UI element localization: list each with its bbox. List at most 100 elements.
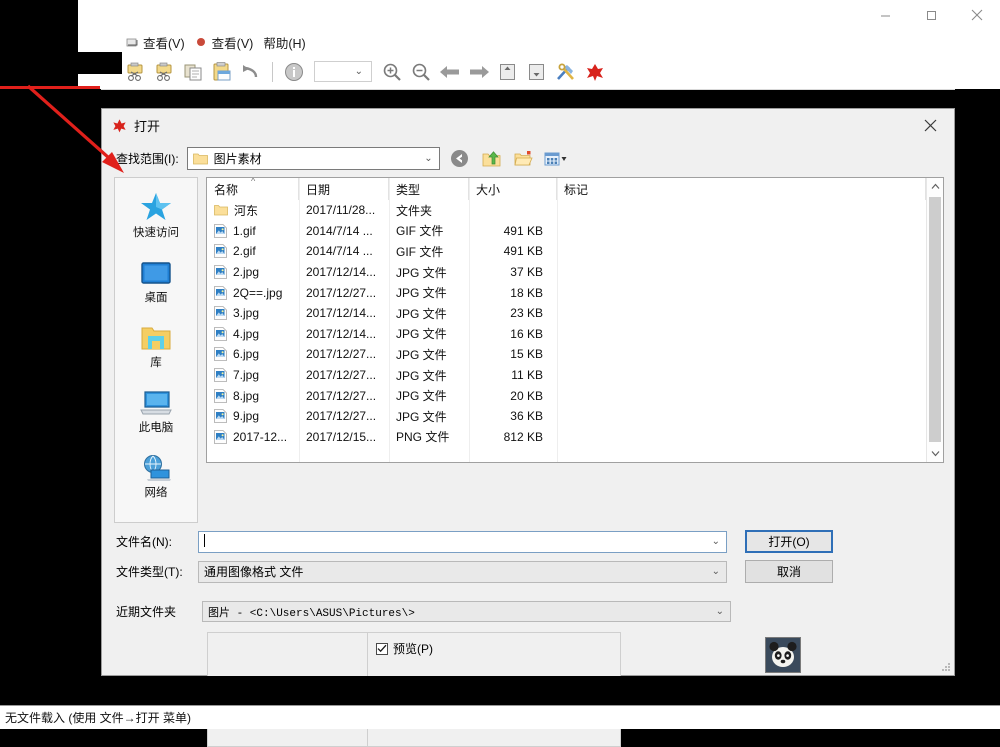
scrollbar-track[interactable]	[927, 195, 943, 445]
file-list-rows[interactable]: 河东 2017/11/28... 文件夹 1.gif 2014/7/14 ... GIF …	[207, 200, 926, 462]
table-row[interactable]: 2.gif 2014/7/14 ... GIF 文件 491 KB	[207, 241, 926, 262]
status-bar: 无文件载入 (使用 文件→打开 菜单)	[0, 705, 1000, 729]
table-row[interactable]: 2Q==.jpg 2017/12/27... JPG 文件 18 KB	[207, 282, 926, 303]
undo-icon[interactable]	[238, 59, 264, 85]
table-row[interactable]: 8.jpg 2017/12/27... JPG 文件 20 KB	[207, 385, 926, 406]
back-button[interactable]	[448, 148, 472, 170]
file-name-cell: 2Q==.jpg	[207, 282, 299, 303]
file-name-text: 3.jpg	[233, 306, 260, 321]
column-header-tag[interactable]: 标记	[557, 178, 926, 200]
new-folder-button[interactable]	[512, 148, 536, 170]
exit-icon[interactable]	[582, 59, 608, 85]
chevron-down-icon[interactable]: ⌄	[716, 606, 728, 617]
menu-item-help[interactable]: 帮助(H)	[261, 31, 313, 54]
info-icon[interactable]	[281, 59, 307, 85]
move-up-icon[interactable]	[495, 59, 521, 85]
quick-access-icon	[139, 188, 173, 222]
previous-icon[interactable]	[437, 59, 463, 85]
cut-alt-icon[interactable]	[151, 59, 177, 85]
main-toolbar: ⌄	[78, 54, 1000, 90]
scroll-down-button[interactable]	[927, 445, 943, 462]
filename-input[interactable]: ⌄	[198, 530, 727, 553]
table-row[interactable]: 2017-12... 2017/12/15... PNG 文件 812 KB	[207, 427, 926, 448]
place-network[interactable]: 网络	[118, 446, 194, 502]
recent-folders-combo[interactable]: 图片 - <C:\Users\ASUS\Pictures\> ⌄	[202, 601, 731, 622]
red-arrow-pointer	[26, 84, 124, 173]
table-row[interactable]: 4.jpg 2017/12/14... JPG 文件 16 KB	[207, 324, 926, 345]
preview-checkbox[interactable]: 预览(P)	[376, 640, 620, 657]
column-header-size[interactable]: 大小	[469, 178, 557, 200]
minimize-button[interactable]	[862, 0, 908, 30]
zoom-out-icon[interactable]	[408, 59, 434, 85]
table-row[interactable]: 河东 2017/11/28... 文件夹	[207, 200, 926, 221]
chevron-down-icon[interactable]: ⌄	[712, 566, 724, 577]
view-mode-button[interactable]	[544, 148, 568, 170]
place-desktop[interactable]: 桌面	[118, 251, 194, 307]
table-row[interactable]: 9.jpg 2017/12/27... JPG 文件 36 KB	[207, 406, 926, 427]
table-row[interactable]: 3.jpg 2017/12/14... JPG 文件 23 KB	[207, 303, 926, 324]
table-row[interactable]: 7.jpg 2017/12/27... JPG 文件 11 KB	[207, 365, 926, 386]
scrollbar-thumb[interactable]	[929, 197, 941, 442]
file-name-text: 2.jpg	[233, 265, 260, 280]
place-library[interactable]: 库	[118, 316, 194, 372]
maximize-button[interactable]	[908, 0, 954, 30]
table-row[interactable]: 1.gif 2014/7/14 ... GIF 文件 491 KB	[207, 221, 926, 242]
redacted-block-6	[101, 676, 955, 705]
file-name-cell: 4.jpg	[207, 324, 299, 345]
copy-icon[interactable]	[180, 59, 206, 85]
tools-icon[interactable]	[553, 59, 579, 85]
open-button-label: 打开(O)	[768, 535, 810, 549]
file-tag-cell	[557, 303, 926, 324]
file-name-text: 2Q==.jpg	[233, 285, 283, 300]
move-down-icon[interactable]	[524, 59, 550, 85]
file-name-cell: 2.jpg	[207, 262, 299, 283]
file-date-cell: 2017/12/27...	[306, 409, 377, 424]
file-size-cell: 37 KB	[510, 265, 543, 280]
paste-icon[interactable]	[209, 59, 235, 85]
table-row[interactable]: 6.jpg 2017/12/27... JPG 文件 15 KB	[207, 344, 926, 365]
zoom-level-combo[interactable]: ⌄	[314, 61, 372, 82]
zoom-in-icon[interactable]	[379, 59, 405, 85]
menu-item-view-2[interactable]: 查看(V)	[193, 31, 262, 54]
filename-row: 文件名(N): ⌄ 打开(O)	[102, 530, 954, 553]
column-header-type[interactable]: 类型	[389, 178, 469, 200]
chevron-down-icon: ⌄	[354, 66, 363, 77]
place-quick-access[interactable]: 快速访问	[118, 186, 194, 242]
file-size-cell: 11 KB	[511, 368, 543, 383]
resize-grip[interactable]	[939, 660, 951, 672]
file-name-cell: 2.gif	[207, 241, 299, 262]
next-icon[interactable]	[466, 59, 492, 85]
filetype-combo[interactable]: 通用图像格式 文件 ⌄	[198, 560, 727, 583]
file-list-scrollbar[interactable]	[926, 178, 943, 462]
file-list-header: 名称 ^ 日期 类型 大小 标记	[207, 178, 926, 200]
file-tag-cell	[557, 262, 926, 283]
text-caret	[204, 533, 205, 547]
column-header-date[interactable]: 日期	[299, 178, 389, 200]
file-name-cell: 8.jpg	[207, 385, 299, 406]
dialog-close-button[interactable]	[910, 111, 950, 141]
file-tag-cell	[557, 344, 926, 365]
menu-item-view-1[interactable]: 查看(V)	[124, 31, 193, 54]
close-icon	[924, 119, 936, 132]
window-titlebar	[78, 0, 1000, 30]
look-in-combo[interactable]: 图片素材 ⌄	[186, 147, 440, 170]
chevron-down-icon[interactable]: ⌄	[712, 536, 724, 547]
place-this-pc[interactable]: 此电脑	[118, 381, 194, 437]
view-mode-icon	[544, 152, 567, 165]
chevron-up-icon	[931, 183, 939, 189]
file-type-cell: PNG 文件	[396, 430, 450, 445]
cancel-button[interactable]: 取消	[745, 560, 833, 583]
network-icon	[139, 448, 173, 482]
recent-folders-row: 近期文件夹 图片 - <C:\Users\ASUS\Pictures\> ⌄	[102, 601, 954, 622]
column-header-name[interactable]: 名称 ^	[207, 178, 299, 200]
file-name-text: 河东	[234, 203, 259, 218]
scroll-up-button[interactable]	[927, 178, 943, 195]
table-row[interactable]: 2.jpg 2017/12/14... JPG 文件 37 KB	[207, 262, 926, 283]
image-icon	[214, 347, 227, 362]
open-button[interactable]: 打开(O)	[745, 530, 833, 553]
up-one-level-button[interactable]	[480, 148, 504, 170]
close-button[interactable]	[954, 0, 1000, 30]
file-type-cell: GIF 文件	[396, 244, 444, 259]
file-size-cell: 20 KB	[510, 388, 543, 403]
recent-folders-label: 近期文件夹	[116, 605, 177, 619]
